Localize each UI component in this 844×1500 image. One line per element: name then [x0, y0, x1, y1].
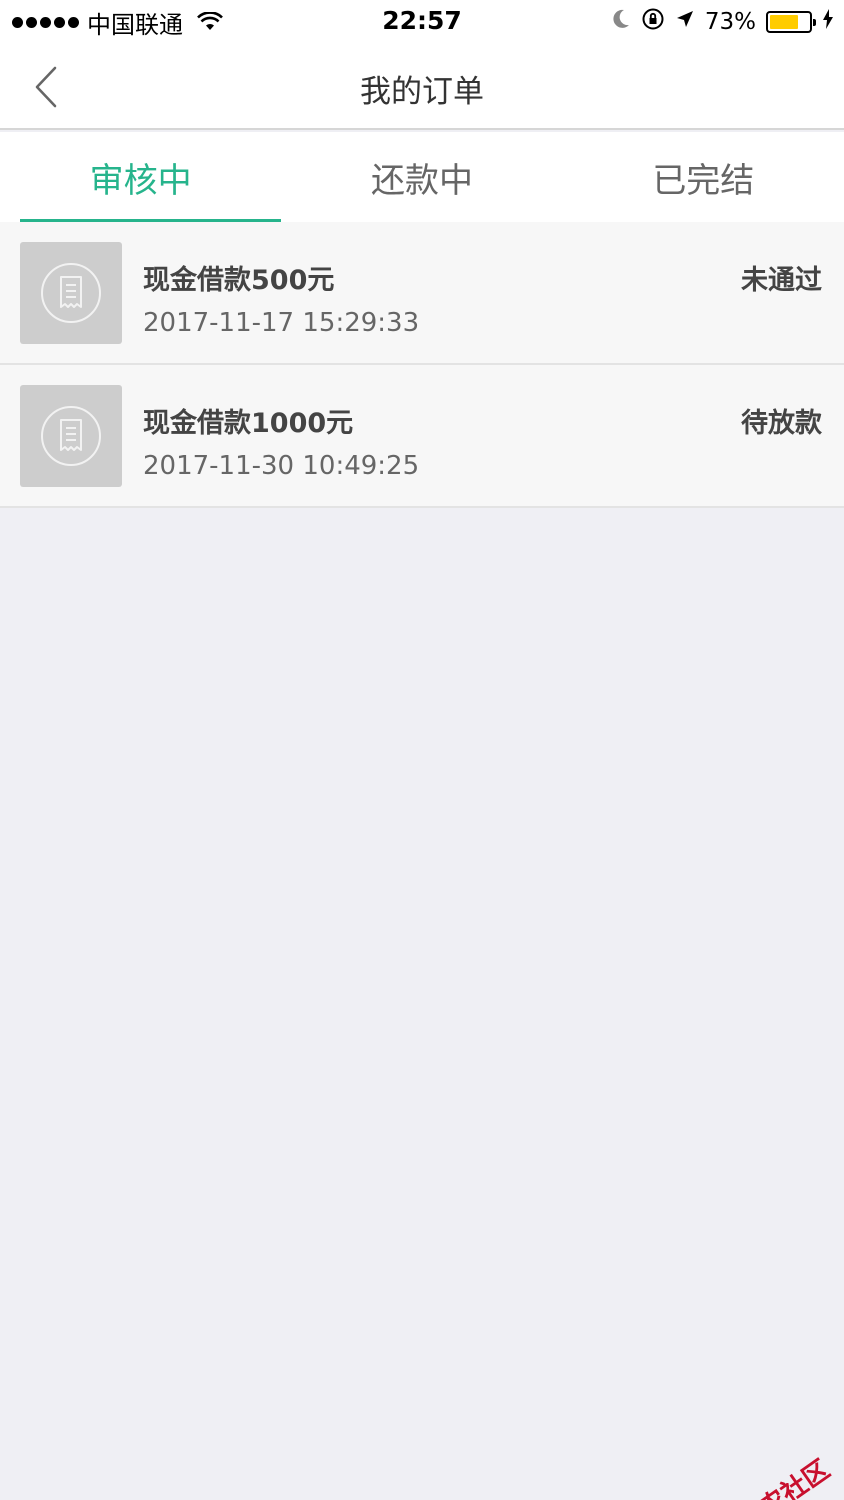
- order-list: 现金借款500元 2017-11-17 15:29:33 未通过 现金借款100…: [0, 222, 844, 508]
- order-time: 2017-11-30 10:49:25: [143, 451, 420, 481]
- order-item[interactable]: 现金借款1000元 2017-11-30 10:49:25 待放款: [0, 365, 844, 508]
- nav-bar: 我的订单: [0, 44, 844, 130]
- tab-bar: 审核中 还款中 已完结: [0, 132, 844, 222]
- receipt-icon: [41, 406, 101, 466]
- battery-icon: [766, 11, 816, 33]
- location-arrow-icon: [675, 9, 695, 35]
- receipt-icon: [41, 263, 101, 323]
- battery-fill: [770, 15, 798, 29]
- page-title: 我的订单: [360, 74, 484, 110]
- order-item[interactable]: 现金借款500元 2017-11-17 15:29:33 未通过: [0, 222, 844, 365]
- order-status: 待放款: [741, 408, 822, 439]
- order-status: 未通过: [741, 265, 822, 296]
- watermark-text: 卡农社区: [733, 1454, 836, 1500]
- tab-repaying[interactable]: 还款中: [281, 132, 562, 222]
- status-bar: 中国联通 22:57 73%: [0, 0, 844, 44]
- order-thumbnail: [20, 242, 122, 344]
- tab-completed[interactable]: 已完结: [563, 132, 844, 222]
- order-time: 2017-11-17 15:29:33: [143, 308, 420, 338]
- order-thumbnail: [20, 385, 122, 487]
- order-title: 现金借款500元: [143, 265, 335, 296]
- charging-icon: [822, 9, 834, 35]
- order-title: 现金借款1000元: [143, 408, 354, 439]
- moon-icon: [611, 8, 631, 36]
- battery-percent: 73%: [704, 9, 756, 35]
- rotation-lock-icon: [641, 7, 665, 37]
- watermark: 卡农社区: [708, 1450, 836, 1500]
- tab-under-review[interactable]: 审核中: [0, 132, 282, 222]
- status-right: 73%: [611, 6, 834, 38]
